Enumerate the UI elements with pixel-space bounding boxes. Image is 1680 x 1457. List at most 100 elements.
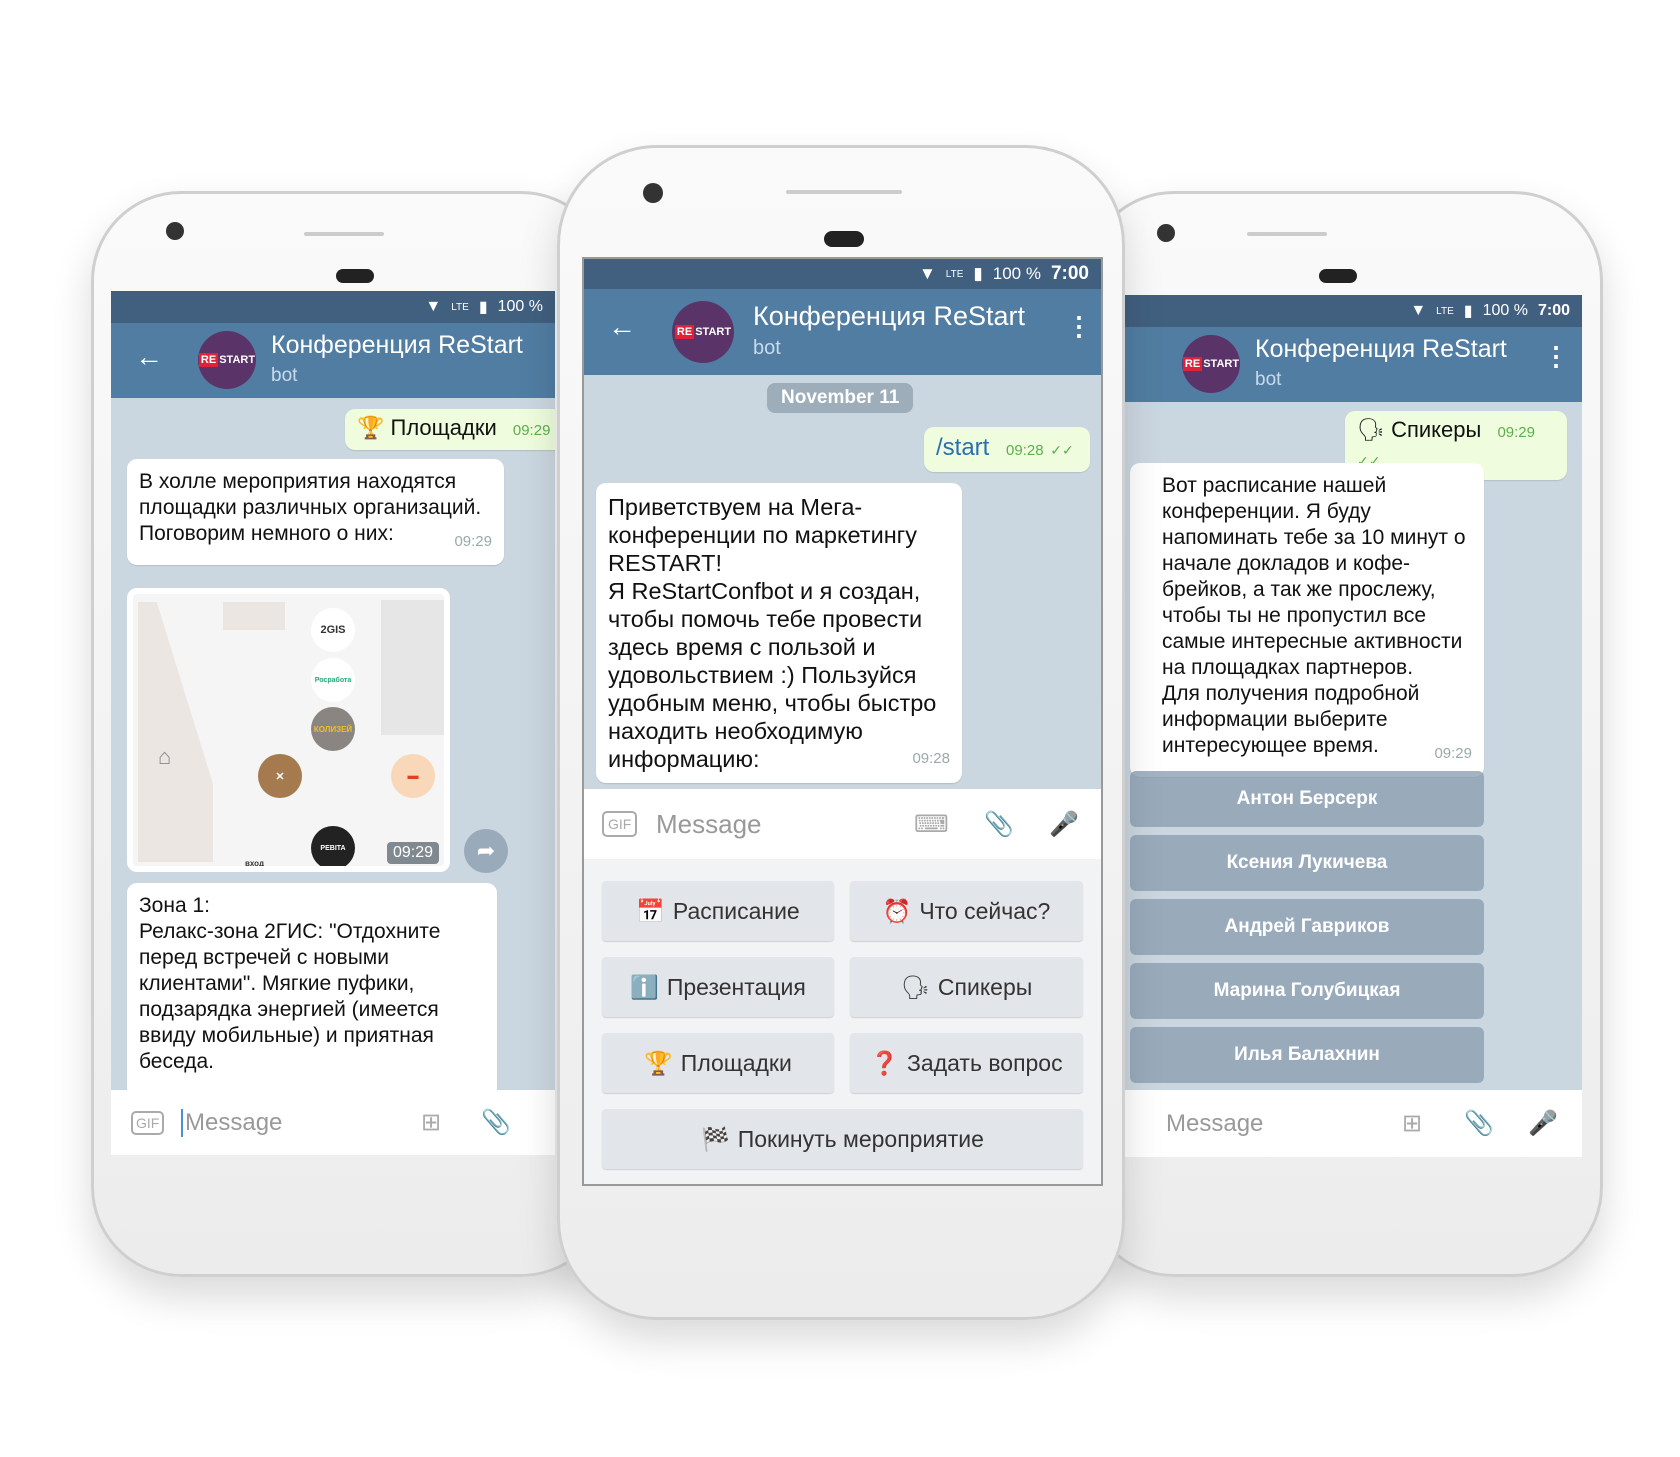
whats-now-button[interactable]: ⏰ Что сейчас?	[850, 881, 1083, 941]
back-arrow-icon[interactable]: ←	[135, 341, 163, 373]
speaker-button[interactable]: Антон Берсерк	[1130, 771, 1484, 827]
trophy-icon: 🏆	[644, 1049, 673, 1076]
speaker-button[interactable]: Марина Голубицкая	[1130, 963, 1484, 1019]
bot-message: В холле мероприятия находятся площадки р…	[127, 459, 504, 565]
right-screen: ▼ LTE ▮ 100 % 7:00 RE START Конференция ReSta…	[1100, 295, 1582, 1157]
ask-question-button[interactable]: ❓ Задать вопрос	[850, 1033, 1083, 1093]
stage-area	[381, 600, 444, 735]
battery-level: 100 %	[497, 298, 543, 315]
clock: 7:00	[1537, 302, 1570, 319]
bot-message: Вот расписание нашей конференции. Я буду…	[1130, 463, 1484, 777]
logo-2gis: 2GIS	[311, 608, 355, 652]
gif-button[interactable]: GIF	[602, 811, 638, 837]
logo-koliseum: КОЛИЗЕЙ	[311, 707, 355, 751]
avatar[interactable]: RE START	[1182, 335, 1240, 393]
trophy-icon: 🏆	[357, 415, 385, 440]
more-menu-icon[interactable]: ⋮	[1543, 341, 1569, 372]
speaker-button[interactable]: Андрей Гавриков	[1130, 899, 1484, 955]
checkered-flag-icon: 🏁	[701, 1125, 730, 1152]
message-input[interactable]: Message	[656, 809, 762, 840]
microphone-icon[interactable]: 🎤	[1049, 810, 1079, 839]
sent-message: /start 09:28 ✓✓	[924, 427, 1090, 472]
status-bar: ▼ LTE ▮ 100 % 7:00	[584, 259, 1101, 289]
entrance-label: вход	[245, 859, 265, 868]
gif-button[interactable]: GIF	[131, 1110, 165, 1135]
sent-message: 🏆 Площадки 09:29	[345, 409, 555, 450]
speaking-head-icon: 🗣	[1357, 417, 1385, 442]
speaker-button[interactable]: Илья Балахнин	[1130, 1027, 1484, 1083]
microphone-icon[interactable]: 🎤	[1528, 1109, 1558, 1138]
chat-subtitle: bot	[271, 365, 298, 386]
venue-map-image[interactable]: ⌂ 2GIS Росработа КОЛИЗЕЙ ✕ ▬ PEBITA вход…	[127, 588, 450, 872]
camera	[166, 222, 184, 240]
clock: 7:00	[1050, 263, 1089, 284]
attach-icon[interactable]: 📎	[481, 1108, 511, 1137]
chat-header: ← RE START Конференция ReStart bot	[111, 323, 555, 398]
wifi-icon: ▼	[918, 264, 936, 283]
signal-icon: LTE	[945, 268, 964, 280]
chat-title: Конференция ReStart	[1255, 335, 1507, 363]
logo-pebita: PEBITA	[311, 826, 355, 866]
leave-event-button[interactable]: 🏁 Покинуть мероприятие	[602, 1109, 1083, 1169]
status-bar: ▼ LTE ▮ 100 %	[111, 291, 555, 323]
keyboard-icon[interactable]: ⌨	[914, 810, 949, 839]
wifi-icon: ▼	[1410, 302, 1427, 319]
question-mark-icon: ❓	[870, 1049, 900, 1076]
message-input[interactable]: Message	[181, 1108, 282, 1137]
earpiece	[336, 269, 374, 283]
presentation-button[interactable]: ℹ️ Презентация	[602, 957, 834, 1017]
speaker-button[interactable]: Ксения Лукичева	[1130, 835, 1484, 891]
speaker-grill	[1247, 232, 1327, 236]
back-arrow-icon[interactable]: ←	[608, 311, 636, 343]
message-input-bar: GIF Message ⌨ 📎 🎤	[584, 789, 1101, 859]
status-bar: ▼ LTE ▮ 100 % 7:00	[1100, 295, 1582, 327]
date-badge: November 11	[767, 383, 914, 413]
logo-round-badge: ✕	[258, 754, 302, 798]
speaker-grill	[786, 190, 902, 194]
camera	[1157, 224, 1175, 242]
message-input-bar: Message ⊞ 📎 🎤	[1100, 1090, 1582, 1157]
share-forward-button[interactable]: ➦	[464, 829, 508, 873]
sticker-icon[interactable]: ⊞	[1402, 1109, 1422, 1138]
avatar[interactable]: RE START	[672, 301, 734, 363]
info-icon: ℹ️	[630, 973, 659, 1000]
left-screen: ▼ LTE ▮ 100 % ← RE START Конференция ReStart…	[111, 291, 555, 1155]
battery-level: 100 %	[1482, 302, 1528, 319]
sticker-icon[interactable]: ⊞	[421, 1108, 441, 1137]
message-input[interactable]: Message	[1166, 1110, 1263, 1138]
alarm-clock-icon: ⏰	[882, 897, 912, 924]
more-menu-icon[interactable]: ⋮	[1066, 311, 1092, 342]
chat-subtitle: bot	[753, 337, 781, 359]
bot-keyboard: 📅 Расписание ⏰ Что сейчас? ℹ️ Презентация 🗣…	[584, 859, 1101, 1184]
chat-subtitle: bot	[1255, 369, 1282, 390]
signal-icon: LTE	[451, 301, 469, 313]
venues-button[interactable]: 🏆 Площадки	[602, 1033, 834, 1093]
camera	[643, 183, 663, 203]
earpiece	[824, 231, 864, 247]
read-checkmarks-icon: ✓✓	[1050, 442, 1074, 458]
chat-header: ← RE START Конференция ReStart bot ⋮	[584, 289, 1101, 375]
message-input-bar: GIF Message ⊞ 📎	[111, 1090, 555, 1155]
battery-level: 100 %	[992, 264, 1041, 283]
battery-icon: ▮	[1463, 303, 1473, 320]
chat-title: Конференция ReStart	[753, 301, 1026, 331]
signal-icon: LTE	[1436, 305, 1454, 317]
chat-title: Конференция ReStart	[271, 331, 523, 359]
speakers-button[interactable]: 🗣 Спикеры	[850, 957, 1083, 1017]
attach-icon[interactable]: 📎	[1464, 1109, 1494, 1138]
speaker-grill	[304, 232, 384, 236]
hanger-icon: ⌂	[158, 744, 172, 769]
cloakroom-area	[138, 602, 213, 862]
schedule-button[interactable]: 📅 Расписание	[602, 881, 834, 941]
attach-icon[interactable]: 📎	[984, 810, 1014, 839]
logo-rosrabota: Росработа	[311, 658, 355, 702]
avatar[interactable]: RE START	[198, 331, 256, 389]
battery-icon: ▮	[478, 299, 488, 316]
hoverboard-logo: ▬	[391, 754, 435, 798]
bot-message: Приветствуем на Мега-конференции по марк…	[596, 483, 962, 783]
battery-icon: ▮	[973, 264, 983, 283]
speaking-head-icon: 🗣	[900, 973, 930, 1000]
center-screen: ▼ LTE ▮ 100 % 7:00 ← RE START Конференция ReS…	[582, 257, 1103, 1186]
wifi-icon: ▼	[425, 298, 442, 315]
calendar-icon: 📅	[636, 897, 665, 924]
